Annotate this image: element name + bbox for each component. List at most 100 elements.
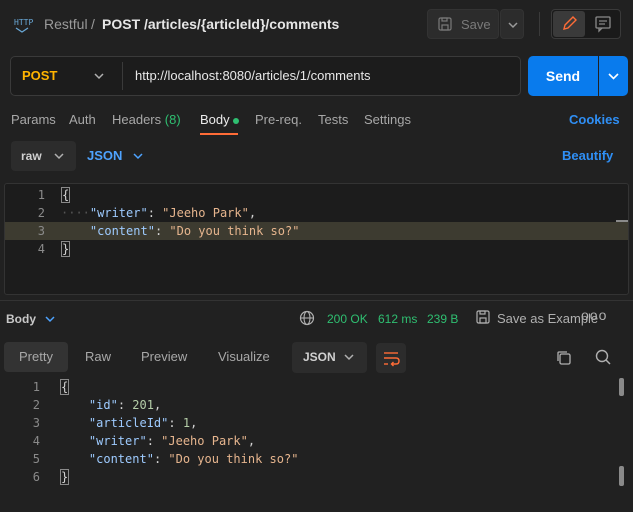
tab-preview[interactable]: Preview — [141, 349, 187, 364]
more-options-button[interactable]: ooo — [581, 307, 607, 323]
code-text: { — [61, 186, 71, 204]
code-line: 2 ····"writer": "Jeeho Park", — [5, 204, 628, 222]
save-button[interactable]: Save — [427, 9, 499, 39]
chevron-down-icon[interactable] — [93, 70, 105, 85]
comment-icon — [595, 16, 611, 33]
line-number: 3 — [32, 416, 40, 430]
tab-headers-label: Headers — [112, 112, 162, 127]
line-number: 4 — [37, 242, 45, 256]
code-text: { — [60, 378, 70, 396]
code-line: 3 "articleId": 1, — [0, 414, 633, 432]
http-request-icon: HTTP — [14, 14, 34, 34]
json-value: 201 — [132, 398, 154, 412]
save-icon — [438, 17, 452, 31]
response-section-select[interactable]: Body — [6, 312, 36, 326]
chevron-down-icon — [608, 73, 619, 80]
line-number: 4 — [32, 434, 40, 448]
code-line-highlighted: 3 "content": "Do you think so?" — [5, 222, 628, 240]
beautify-button[interactable]: Beautify — [562, 148, 613, 163]
body-indicator-dot — [233, 118, 239, 124]
active-tab-indicator — [200, 133, 238, 135]
json-value: 1 — [182, 416, 191, 430]
code-text: "articleId": 1, — [88, 416, 198, 430]
response-size[interactable]: 239 B — [427, 312, 458, 326]
code-line: 4 "writer": "Jeeho Park", — [0, 432, 633, 450]
close-brace: } — [60, 469, 70, 485]
json-key: "writer" — [88, 434, 147, 448]
breadcrumb-separator: / — [91, 16, 95, 32]
open-brace: { — [60, 379, 70, 395]
tab-raw[interactable]: Raw — [85, 349, 111, 364]
code-text: } — [61, 240, 71, 258]
header-divider — [539, 12, 540, 36]
response-format-label: JSON — [303, 350, 336, 364]
json-key: "writer" — [89, 206, 148, 220]
response-scrollbar-lower[interactable] — [619, 466, 624, 486]
editor-scrollbar[interactable] — [616, 220, 628, 222]
tab-body[interactable]: Body — [200, 112, 230, 127]
edit-mode-button[interactable] — [553, 11, 585, 37]
url-input[interactable]: http://localhost:8080/articles/1/comment… — [135, 68, 371, 83]
wrap-lines-button[interactable] — [376, 343, 406, 373]
json-key: "articleId" — [88, 416, 169, 430]
code-text: "writer": "Jeeho Park", — [88, 434, 256, 448]
chevron-down-icon — [508, 22, 518, 29]
wrap-lines-icon — [384, 352, 400, 367]
body-mode-label: raw — [21, 149, 42, 163]
line-number: 3 — [37, 224, 45, 238]
tab-auth[interactable]: Auth — [69, 112, 96, 127]
code-text: "content": "Do you think so?" — [89, 224, 300, 238]
tab-visualize[interactable]: Visualize — [218, 349, 270, 364]
json-value: "Jeeho Park" — [162, 206, 249, 220]
comments-mode-button[interactable] — [587, 11, 619, 37]
json-value: "Do you think so?" — [169, 224, 300, 238]
line-number: 5 — [32, 452, 40, 466]
status-code[interactable]: 200 OK — [327, 312, 368, 326]
save-button-label: Save — [461, 17, 491, 32]
code-line: 1 { — [0, 378, 633, 396]
url-divider — [122, 62, 123, 90]
close-brace: } — [61, 241, 71, 257]
method-select[interactable]: POST — [22, 68, 57, 83]
chevron-down-icon — [53, 150, 65, 165]
search-icon[interactable] — [594, 348, 612, 369]
save-options-button[interactable] — [500, 9, 524, 39]
line-number: 1 — [32, 380, 40, 394]
send-button[interactable]: Send — [528, 56, 598, 96]
code-text: "content": "Do you think so?" — [88, 452, 299, 466]
breadcrumb-collection[interactable]: Restful — [44, 16, 88, 32]
code-line: 4 } — [5, 240, 628, 258]
code-line: 1 { — [5, 186, 628, 204]
tab-headers[interactable]: Headers (8) — [112, 112, 181, 127]
headers-count-badge: (8) — [164, 112, 181, 127]
copy-icon[interactable] — [555, 349, 573, 370]
tab-params[interactable]: Params — [11, 112, 56, 127]
cookies-link[interactable]: Cookies — [569, 112, 620, 127]
response-time[interactable]: 612 ms — [378, 312, 417, 326]
code-line: 2 "id": 201, — [0, 396, 633, 414]
json-key: "id" — [88, 398, 118, 412]
response-body-viewer[interactable]: 1 { 2 "id": 201, 3 "articleId": 1, 4 "wr… — [0, 377, 633, 512]
json-value: "Do you think so?" — [168, 452, 299, 466]
tab-prerequest[interactable]: Pre-req. — [255, 112, 302, 127]
chevron-down-icon[interactable] — [132, 150, 144, 165]
tab-tests[interactable]: Tests — [318, 112, 348, 127]
request-body-editor[interactable]: 1 { 2 ····"writer": "Jeeho Park", 3 "con… — [4, 183, 629, 295]
code-line: 5 "content": "Do you think so?" — [0, 450, 633, 468]
code-text: ····"writer": "Jeeho Park", — [61, 206, 257, 220]
globe-icon[interactable] — [299, 310, 315, 329]
code-line: 6 } — [0, 468, 633, 486]
tab-settings[interactable]: Settings — [364, 112, 411, 127]
line-number: 2 — [32, 398, 40, 412]
chevron-down-icon[interactable] — [44, 313, 56, 328]
chevron-down-icon — [343, 351, 355, 366]
pencil-icon — [563, 16, 577, 30]
body-format-select[interactable]: JSON — [87, 148, 122, 163]
response-scrollbar[interactable] — [619, 378, 624, 396]
code-text: } — [60, 468, 70, 486]
request-title[interactable]: POST /articles/{articleId}/comments — [102, 16, 339, 32]
send-options-button[interactable] — [599, 56, 628, 96]
line-number: 1 — [37, 188, 45, 202]
line-number: 2 — [37, 206, 45, 220]
tab-pretty[interactable]: Pretty — [19, 349, 53, 364]
